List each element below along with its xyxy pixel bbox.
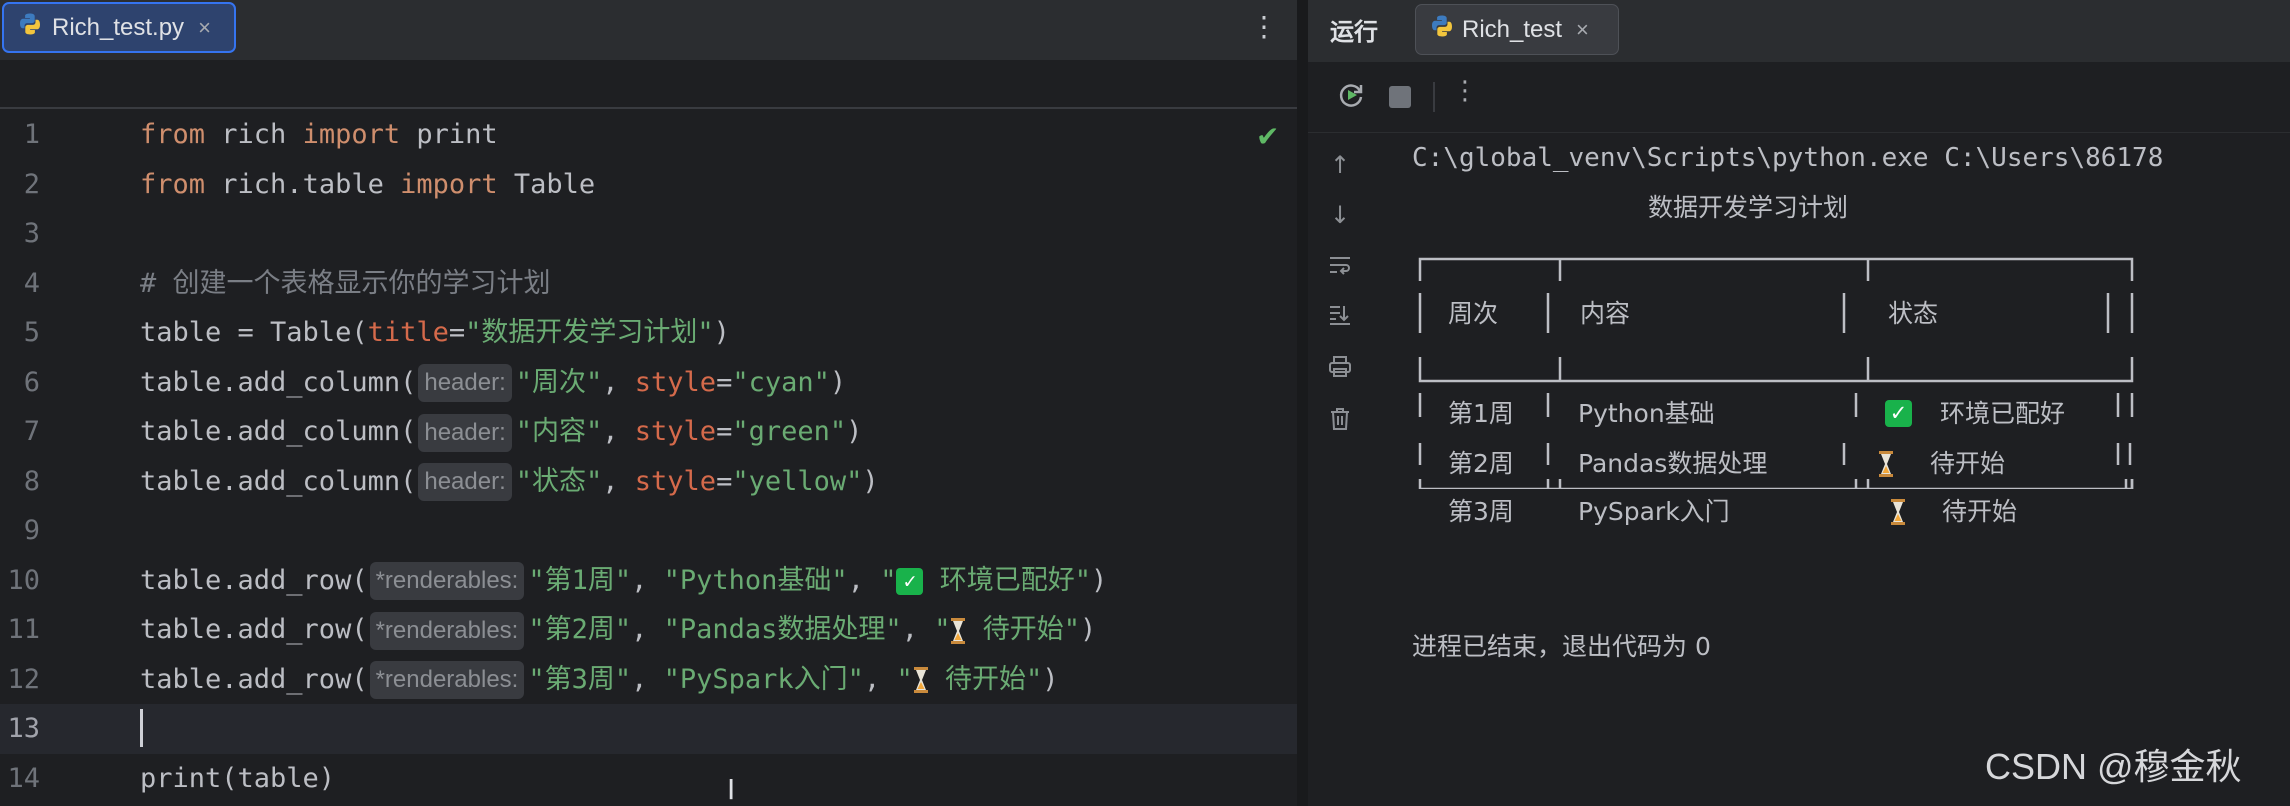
close-icon[interactable]: ×	[1576, 17, 1589, 43]
run-header: 运行 Rich_test ×	[1308, 0, 2290, 62]
check-icon[interactable]: ✔	[1256, 120, 1279, 153]
table-cell-status: 待开始	[1930, 449, 2006, 478]
code-line: 8 table.add_column(header: "状态", style="y…	[0, 457, 1297, 507]
code-text: table.add_column(header: "状态", style="yel…	[140, 457, 879, 507]
run-title: 运行	[1330, 18, 1378, 46]
table-cell-week: 第3周	[1448, 497, 1514, 526]
hourglass-icon	[913, 664, 929, 695]
code-line: 7 table.add_column(header: "内容", style="g…	[0, 407, 1297, 457]
code-text: from rich.table import Table	[140, 168, 596, 200]
code-comment: # 创建一个表格显示你的学习计划	[140, 267, 551, 299]
code-line: 5 table = Table(title="数据开发学习计划")	[0, 308, 1297, 358]
table-header-cell: 内容	[1580, 299, 1631, 328]
rich-table-title: 数据开发学习计划	[1648, 193, 1849, 222]
table-header-cell: 状态	[1888, 299, 1939, 328]
watermark: CSDN @穆金秋	[1985, 746, 2242, 787]
check-mark-icon: ✓	[1885, 400, 1912, 427]
line-number: 7	[23, 416, 40, 447]
rerun-icon[interactable]	[1336, 80, 1366, 117]
table-cell-status: 环境已配好	[1940, 399, 2066, 428]
line-number: 10	[7, 564, 40, 596]
editor-pane: Rich_test.py × ⋮ 1 from rich import prin…	[0, 0, 1297, 806]
python-file-icon	[18, 12, 42, 43]
code-line: 12 table.add_row(*renderables: "第3周", "Py…	[0, 655, 1297, 705]
table-cell-content: Python基础	[1578, 399, 1715, 428]
editor-tab-label: Rich_test.py	[52, 13, 185, 41]
text-cursor-icon: Ι	[727, 773, 736, 806]
editor-tab-bar: Rich_test.py × ⋮	[0, 0, 1297, 61]
console-exit-message: 进程已结束，退出代码为 0	[1412, 632, 1711, 661]
code-line: 2 from rich.table import Table	[0, 160, 1297, 210]
line-number: 5	[23, 317, 40, 348]
code-line-current: 13	[0, 704, 1297, 754]
more-options-icon[interactable]: ⋮	[1452, 76, 1478, 106]
hourglass-icon	[950, 614, 966, 645]
parameter-hint: header:	[418, 364, 512, 402]
line-number: 1	[23, 119, 40, 150]
editor-top-border	[0, 107, 1297, 109]
run-tab-label: Rich_test	[1462, 15, 1563, 43]
parameter-hint: *renderables:	[369, 611, 525, 650]
line-number: 14	[7, 762, 40, 794]
rich-table: 周次 内容 状态 第1周 Python基础 ✓ 环境已配好 第2周 Pandas…	[1418, 257, 2136, 526]
code-line: 10 table.add_row(*renderables: "第1周", "Py…	[0, 556, 1297, 606]
text-caret	[140, 709, 143, 747]
code-text: table.add_column(header: "内容", style="gre…	[140, 407, 862, 457]
check-mark-icon: ✓	[896, 567, 924, 595]
table-cell-content: Pandas数据处理	[1578, 449, 1768, 478]
toolbar-separator	[1433, 82, 1435, 112]
code-text: table = Table(title="数据开发学习计划")	[140, 317, 730, 348]
pane-divider[interactable]	[1297, 0, 1308, 806]
code-text: print(table)	[140, 762, 336, 794]
run-tool-window: 运行 Rich_test × ⋮ ↑ ↓ C:\global_venv\Scri…	[1308, 0, 2290, 806]
code-line: 11 table.add_row(*renderables: "第2周", "Pa…	[0, 605, 1297, 655]
line-number: 2	[23, 168, 40, 200]
code-line: 14 print(table)	[0, 754, 1297, 804]
code-text: table.add_row(*renderables: "第2周", "Panda…	[140, 605, 1096, 655]
code-line: 9	[0, 506, 1297, 556]
rich-table-borders	[1418, 257, 2134, 489]
editor-tab-rich-test[interactable]: Rich_test.py ×	[2, 2, 236, 53]
table-cell-week: 第1周	[1448, 399, 1514, 428]
code-text: table.add_row(*renderables: "第1周", "Pytho…	[140, 556, 1107, 606]
line-number: 12	[7, 663, 40, 695]
line-number: 4	[23, 267, 40, 299]
stop-icon[interactable]	[1388, 85, 1412, 116]
code-text: from rich import print	[140, 119, 498, 150]
line-number: 9	[23, 515, 40, 546]
code-text: table.add_column(header: "周次", style="cya…	[140, 358, 846, 408]
more-options-icon[interactable]: ⋮	[1250, 10, 1278, 44]
code-line: 4 # 创建一个表格显示你的学习计划	[0, 259, 1297, 309]
console-output[interactable]: C:\global_venv\Scripts\python.exe C:\Use…	[1308, 133, 2290, 806]
line-number: 6	[23, 366, 40, 398]
parameter-hint: header:	[418, 463, 512, 501]
code-line: 1 from rich import print	[0, 110, 1297, 160]
table-header-cell: 周次	[1448, 299, 1499, 328]
python-run-icon	[1430, 14, 1454, 45]
table-cell-status: 待开始	[1942, 497, 2018, 526]
console-command-line: C:\global_venv\Scripts\python.exe C:\Use…	[1412, 143, 2164, 173]
parameter-hint: header:	[418, 413, 512, 452]
line-number: 8	[23, 465, 40, 497]
table-cell-content: PySpark入门	[1578, 497, 1730, 526]
code-line: 6 table.add_column(header: "周次", style="c…	[0, 358, 1297, 408]
table-cell-week: 第2周	[1448, 449, 1514, 478]
parameter-hint: *renderables:	[369, 661, 525, 699]
parameter-hint: *renderables:	[369, 562, 525, 600]
run-toolbar: ⋮	[1308, 62, 2290, 133]
run-tab-rich-test[interactable]: Rich_test ×	[1415, 4, 1619, 55]
line-number: 13	[7, 713, 40, 744]
line-number: 11	[7, 614, 40, 645]
code-text: table.add_row(*renderables: "第3周", "PySpa…	[140, 655, 1059, 705]
close-icon[interactable]: ×	[198, 15, 211, 41]
code-line: 3	[0, 209, 1297, 259]
line-number: 3	[23, 218, 40, 249]
